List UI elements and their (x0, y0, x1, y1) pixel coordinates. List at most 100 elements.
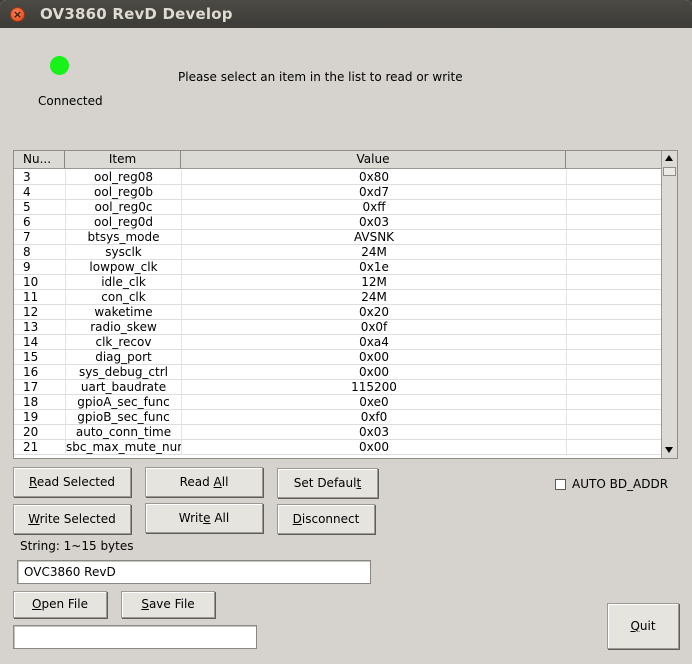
main-window: × OV3860 RevD Develop Connected Please s… (0, 0, 692, 664)
window-title: OV3860 RevD Develop (40, 5, 233, 23)
table-header: Nu... Item Value (14, 151, 662, 169)
table-body: 3 ool_reg08 0x80 4 ool_reg0b 0xd7 5 ool_reg0c 0x… (14, 170, 662, 455)
save-file-label: ave File (148, 597, 195, 611)
row-value-cell: 24M (181, 290, 566, 305)
disconnect-mnemonic: D (292, 512, 302, 526)
row-item-cell: lowpow_clk (65, 260, 181, 275)
auto-bd-addr-label[interactable]: AUTO BD_ADDR (572, 477, 668, 491)
table-row[interactable]: 12 waketime 0x20 (14, 305, 662, 320)
table-row[interactable]: 5 ool_reg0c 0xff (14, 200, 662, 215)
register-table: Nu... Item Value 3 ool_reg08 0x80 4 ool_reg0… (13, 150, 678, 459)
row-number-cell: 11 (23, 290, 39, 304)
row-item-cell: sbc_max_mute_num (65, 440, 181, 455)
table-row[interactable]: 17 uart_baudrate 115200 (14, 380, 662, 395)
row-value-cell: 0x00 (181, 365, 566, 380)
table-row[interactable]: 19 gpioB_sec_func 0xf0 (14, 410, 662, 425)
row-number-cell: 4 (23, 185, 31, 199)
quit-label: uit (639, 619, 656, 633)
row-extra-cell (566, 200, 662, 215)
table-row[interactable]: 18 gpioA_sec_func 0xe0 (14, 395, 662, 410)
scrollbar-thumb[interactable] (663, 167, 676, 176)
row-extra-cell (566, 305, 662, 320)
read-all-mnemonic: A (213, 475, 222, 489)
column-header-number[interactable]: Nu... (14, 151, 65, 169)
quit-button[interactable]: Quit (607, 603, 679, 649)
row-extra-cell (566, 215, 662, 230)
row-value-cell: 12M (181, 275, 566, 290)
table-row[interactable]: 20 auto_conn_time 0x03 (14, 425, 662, 440)
column-header-value[interactable]: Value (181, 151, 566, 169)
table-row[interactable]: 14 clk_recov 0xa4 (14, 335, 662, 350)
row-extra-cell (566, 350, 662, 365)
table-row[interactable]: 4 ool_reg0b 0xd7 (14, 185, 662, 200)
table-scrollbar[interactable] (661, 151, 677, 458)
row-extra-cell (566, 440, 662, 455)
row-extra-cell (566, 170, 662, 185)
row-value-cell: 0xff (181, 200, 566, 215)
row-value-cell: AVSNK (181, 230, 566, 245)
row-value-cell: 24M (181, 245, 566, 260)
scroll-down-arrow-icon[interactable] (662, 443, 677, 458)
disconnect-button[interactable]: Disconnect (277, 504, 375, 534)
row-item-cell: gpioA_sec_func (65, 395, 181, 410)
table-row[interactable]: 8 sysclk 24M (14, 245, 662, 260)
write-all-button[interactable]: Write All (145, 503, 263, 533)
row-number-cell: 20 (23, 425, 39, 439)
row-extra-cell (566, 395, 662, 410)
table-row[interactable]: 11 con_clk 24M (14, 290, 662, 305)
row-number-cell: 10 (23, 275, 39, 289)
write-selected-button[interactable]: Write Selected (13, 504, 131, 534)
row-item-cell: gpioB_sec_func (65, 410, 181, 425)
row-number-cell: 12 (23, 305, 39, 319)
table-row[interactable]: 10 idle_clk 12M (14, 275, 662, 290)
row-extra-cell (566, 425, 662, 440)
row-value-cell: 0x0f (181, 320, 566, 335)
write-selected-label: rite Selected (39, 512, 116, 526)
read-all-label-pre: Read (179, 475, 214, 489)
column-header-item[interactable]: Item (65, 151, 181, 169)
string-value-input[interactable] (17, 560, 371, 584)
open-file-label: pen File (41, 597, 88, 611)
set-default-button[interactable]: Set Default (277, 468, 378, 498)
row-value-cell: 0x03 (181, 215, 566, 230)
auto-bd-addr-checkbox[interactable] (555, 479, 566, 490)
file-path-input[interactable] (13, 625, 257, 649)
table-row[interactable]: 7 btsys_mode AVSNK (14, 230, 662, 245)
row-extra-cell (566, 230, 662, 245)
row-extra-cell (566, 260, 662, 275)
disconnect-label: isconnect (301, 512, 360, 526)
row-item-cell: ool_reg0c (65, 200, 181, 215)
row-item-cell: waketime (65, 305, 181, 320)
column-header-extra[interactable] (566, 151, 662, 169)
table-row[interactable]: 6 ool_reg0d 0x03 (14, 215, 662, 230)
table-row[interactable]: 13 radio_skew 0x0f (14, 320, 662, 335)
table-row[interactable]: 3 ool_reg08 0x80 (14, 170, 662, 185)
row-extra-cell (566, 335, 662, 350)
read-selected-button[interactable]: Read Selected (13, 467, 131, 497)
table-row[interactable]: 16 sys_debug_ctrl 0x00 (14, 365, 662, 380)
read-all-button[interactable]: Read All (145, 467, 263, 497)
table-row[interactable]: 9 lowpow_clk 0x1e (14, 260, 662, 275)
row-item-cell: ool_reg0b (65, 185, 181, 200)
connection-status-indicator (50, 56, 69, 75)
save-file-button[interactable]: Save File (121, 591, 215, 618)
row-extra-cell (566, 410, 662, 425)
read-selected-label: ead Selected (36, 475, 115, 489)
row-item-cell: idle_clk (65, 275, 181, 290)
row-number-cell: 9 (23, 260, 31, 274)
row-value-cell: 0xe0 (181, 395, 566, 410)
close-button[interactable]: × (10, 7, 25, 22)
table-row[interactable]: 21 sbc_max_mute_num 0x00 (14, 440, 662, 455)
scroll-up-arrow-icon[interactable] (662, 151, 677, 166)
row-number-cell: 16 (23, 365, 39, 379)
row-number-cell: 3 (23, 170, 31, 184)
write-all-label-post: All (210, 511, 230, 525)
row-extra-cell (566, 365, 662, 380)
row-number-cell: 8 (23, 245, 31, 259)
open-file-button[interactable]: Open File (13, 591, 107, 618)
row-item-cell: radio_skew (65, 320, 181, 335)
table-row[interactable]: 15 diag_port 0x00 (14, 350, 662, 365)
row-number-cell: 15 (23, 350, 39, 364)
quit-mnemonic: Q (630, 619, 640, 633)
row-value-cell: 0x20 (181, 305, 566, 320)
